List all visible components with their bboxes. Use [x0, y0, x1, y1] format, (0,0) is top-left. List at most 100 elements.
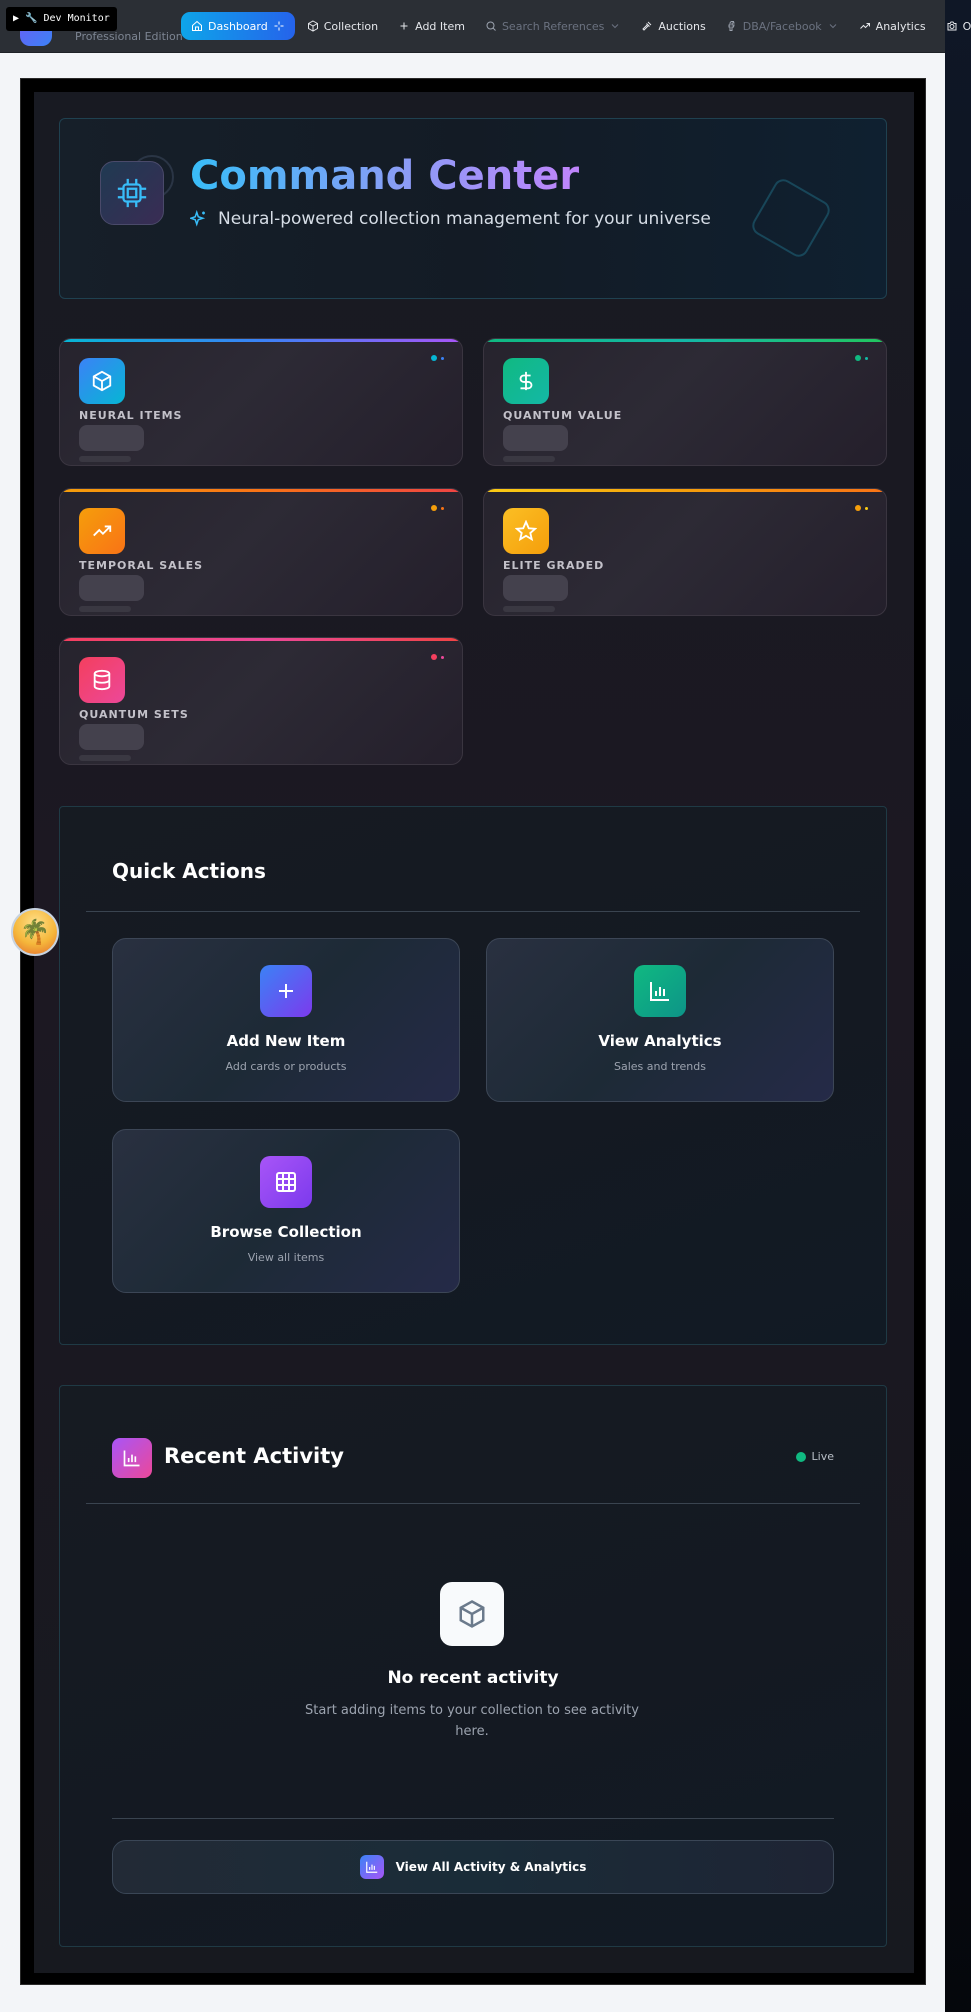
nav-collection[interactable]: Collection: [297, 12, 388, 40]
search-icon: [486, 21, 496, 31]
activity-chart-icon: [112, 1438, 152, 1478]
nav-collection-label: Collection: [323, 19, 379, 33]
view-all-label: View All Activity & Analytics: [395, 1860, 587, 1874]
dollar-icon: [503, 358, 549, 404]
avatar[interactable]: 🌴: [11, 908, 59, 956]
stat-value-placeholder: [79, 724, 144, 750]
live-dot: [795, 1451, 806, 1462]
stat-value-placeholder: [79, 425, 144, 451]
status-indicator: [855, 505, 868, 511]
stat-detail-placeholder: [503, 606, 555, 612]
page-subtitle: Neural-powered collection management for…: [190, 209, 711, 229]
facebook-icon: [728, 21, 735, 31]
plus-icon: [260, 965, 312, 1017]
stat-label: QUANTUM VALUE: [503, 409, 623, 422]
stat-detail-placeholder: [503, 456, 555, 462]
nav-dashboard[interactable]: Dashboard: [181, 12, 295, 40]
action-title: Browse Collection: [210, 1223, 362, 1241]
nav-auctions[interactable]: Auctions: [631, 12, 715, 40]
live-label: Live: [811, 1450, 834, 1463]
bar-chart-icon: [634, 965, 686, 1017]
empty-state-subtitle: Start adding items to your collection to…: [305, 1703, 639, 1739]
stat-label: ELITE GRADED: [503, 559, 605, 572]
home-icon: [192, 20, 202, 31]
stat-detail-placeholder: [79, 755, 131, 761]
divider: [112, 1818, 834, 1819]
status-indicator: [431, 505, 444, 511]
nav-ocr-label: OCR: [962, 19, 971, 33]
nav-dashboard-label: Dashboard: [208, 19, 268, 33]
action-subtitle: Add cards or products: [225, 1060, 347, 1073]
browse-collection-button[interactable]: Browse Collection View all items: [112, 1129, 460, 1293]
add-new-item-button[interactable]: Add New Item Add cards or products: [112, 938, 460, 1102]
stat-label: TEMPORAL SALES: [79, 559, 204, 572]
decorative-diamond: [748, 175, 834, 261]
gavel-icon: [642, 21, 652, 31]
stat-card-temporal-sales[interactable]: TEMPORAL SALES: [59, 488, 463, 616]
dev-monitor-toggle[interactable]: ▶ 🔧 Dev Monitor: [6, 7, 117, 31]
stat-detail-placeholder: [79, 456, 131, 462]
status-indicator: [431, 654, 444, 660]
trending-up-icon: [79, 508, 125, 554]
main-nav: Dashboard Collection Add Item Search Ref…: [181, 12, 971, 40]
cpu-icon: [100, 161, 164, 225]
page-title: Command Center: [190, 153, 580, 199]
stat-value-placeholder: [503, 575, 568, 601]
quick-actions-title: Quick Actions: [112, 859, 266, 883]
nav-dba-facebook-label: DBA/Facebook: [742, 19, 822, 33]
grid-icon: [260, 1156, 312, 1208]
chevron-down-icon: [829, 24, 837, 29]
chevron-down-icon: [612, 24, 619, 29]
star-icon: [503, 508, 549, 554]
stat-accent-bar: [60, 489, 462, 492]
stat-accent-bar: [60, 638, 462, 641]
action-subtitle: View all items: [247, 1251, 325, 1264]
window-edge: [945, 0, 971, 2012]
stat-accent-bar: [60, 339, 462, 342]
database-icon: [79, 657, 125, 703]
page-subtitle-text: Neural-powered collection management for…: [218, 209, 711, 229]
quick-actions-panel: Quick Actions Add New Item Add cards or …: [59, 806, 887, 1345]
status-indicator: [855, 355, 868, 361]
stat-label: NEURAL ITEMS: [79, 409, 183, 422]
action-title: View Analytics: [598, 1032, 722, 1050]
trending-up-icon: [859, 23, 870, 29]
analytics-icon: [359, 1855, 384, 1879]
live-indicator: Live: [795, 1450, 834, 1463]
nav-search-references-label: Search References: [501, 19, 605, 33]
plus-icon: [400, 22, 408, 30]
nav-search-references[interactable]: Search References: [475, 12, 631, 40]
stat-value-placeholder: [79, 575, 144, 601]
box-icon: [79, 358, 125, 404]
nav-analytics[interactable]: Analytics: [849, 12, 936, 40]
sparkle-icon: [274, 21, 284, 31]
stat-accent-bar: [484, 339, 886, 342]
action-subtitle: Sales and trends: [613, 1060, 706, 1073]
nav-dba-facebook[interactable]: DBA/Facebook: [716, 12, 849, 40]
recent-activity-panel: Recent Activity Live No recent activity …: [59, 1385, 887, 1947]
status-indicator: [431, 355, 444, 361]
stat-card-neural-items[interactable]: NEURAL ITEMS: [59, 338, 463, 466]
action-title: Add New Item: [226, 1032, 346, 1050]
top-navigation-bar: Professional Edition ▶ 🔧 Dev Monitor Das…: [0, 0, 971, 53]
camera-icon: [947, 21, 957, 31]
nav-add-item[interactable]: Add Item: [388, 12, 475, 40]
hero-header: Command Center Neural-powered collection…: [59, 118, 887, 299]
stat-accent-bar: [484, 489, 886, 492]
empty-state-title: No recent activity: [387, 1668, 559, 1688]
nav-ocr[interactable]: OCR: [936, 12, 971, 40]
view-all-activity-button[interactable]: View All Activity & Analytics: [112, 1840, 834, 1894]
nav-auctions-label: Auctions: [658, 19, 706, 33]
view-analytics-button[interactable]: View Analytics Sales and trends: [486, 938, 834, 1102]
divider: [86, 911, 860, 912]
nav-analytics-label: Analytics: [875, 19, 926, 33]
stat-label: QUANTUM SETS: [79, 708, 189, 721]
divider: [86, 1503, 860, 1504]
box-icon: [307, 20, 318, 32]
stat-card-quantum-value[interactable]: QUANTUM VALUE: [483, 338, 887, 466]
stat-card-elite-graded[interactable]: ELITE GRADED: [483, 488, 887, 616]
empty-box-icon: [440, 1582, 504, 1646]
brand-subtitle: Professional Edition: [75, 30, 183, 43]
stat-card-quantum-sets[interactable]: QUANTUM SETS: [59, 637, 463, 765]
sparkles-icon: [190, 210, 206, 227]
